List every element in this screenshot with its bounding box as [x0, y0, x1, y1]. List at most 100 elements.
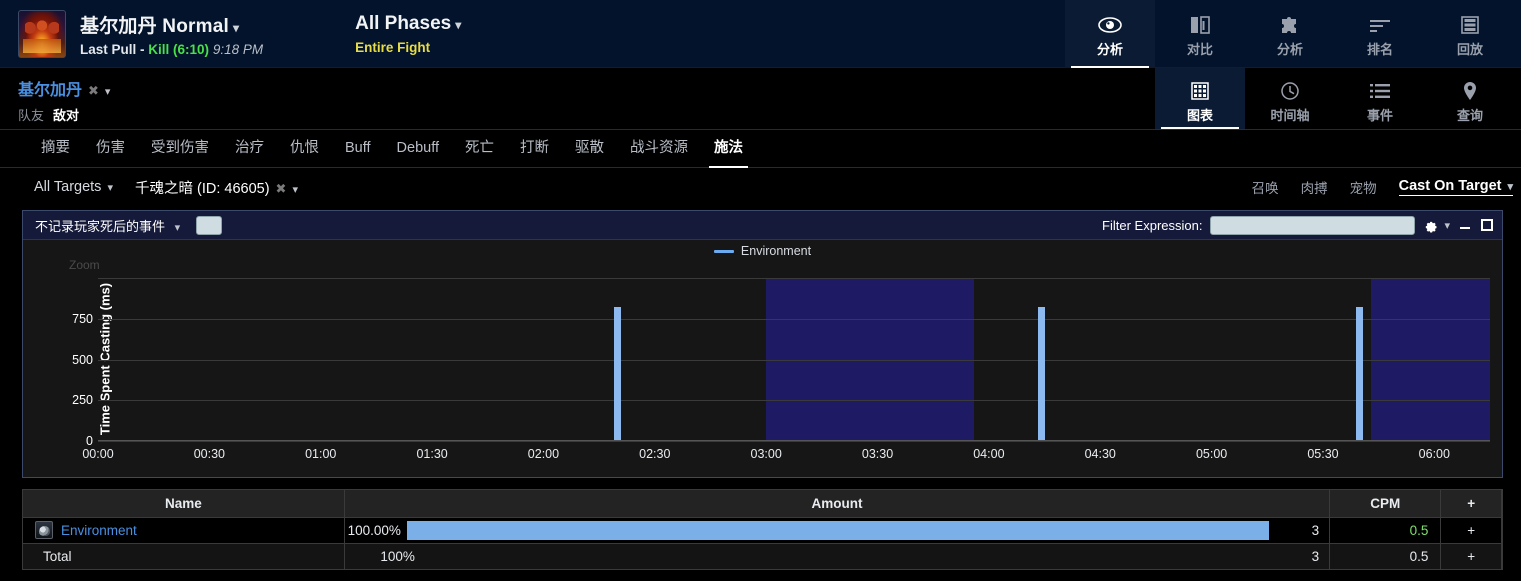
x-axis-tick: 04:00: [973, 447, 1004, 461]
chevron-down-icon[interactable]: ▾: [1444, 219, 1450, 232]
actor-name[interactable]: 基尔加丹: [18, 76, 82, 100]
filter-row-right: 召唤 肉搏 宠物 Cast On Target▾: [1252, 177, 1513, 197]
cell-total-label: Total: [23, 543, 344, 569]
total-label: Total: [29, 549, 72, 564]
view-nav-item-timeline[interactable]: 时间轴: [1245, 68, 1335, 129]
row-name-link[interactable]: Environment: [61, 523, 137, 538]
target-spell-chip[interactable]: 千魂之暗 (ID: 46605)✖▾: [135, 177, 298, 198]
chevron-down-icon[interactable]: ▾: [455, 18, 461, 32]
chart-toolbar-right: Filter Expression: ▾: [1102, 216, 1494, 235]
total-add-button[interactable]: +: [1441, 543, 1502, 569]
chevron-down-icon[interactable]: ▾: [175, 222, 181, 234]
top-nav-item-replay[interactable]: 回放: [1425, 0, 1515, 68]
view-nav-item-query[interactable]: 查询: [1425, 68, 1515, 129]
x-axis-tick: 05:30: [1307, 447, 1338, 461]
chevron-down-icon[interactable]: ▾: [292, 184, 298, 196]
tab-casts[interactable]: 施法: [701, 130, 756, 168]
filter-row: All Targets▾ 千魂之暗 (ID: 46605)✖▾ 召唤 肉搏 宠物…: [0, 168, 1521, 206]
filter-option-pets[interactable]: 宠物: [1350, 177, 1377, 197]
row-add-button[interactable]: +: [1441, 517, 1502, 543]
chevron-down-icon[interactable]: ▾: [107, 182, 113, 194]
tab-buffs[interactable]: Buff: [332, 130, 384, 168]
chart-plot[interactable]: 750 500 250 0: [98, 278, 1490, 441]
fight-title[interactable]: 基尔加丹 Normal▾: [80, 11, 263, 38]
all-targets-dropdown[interactable]: All Targets ▾: [34, 179, 113, 195]
tab-damage-done[interactable]: 伤害: [83, 130, 138, 168]
y-axis-tick: 0: [86, 434, 93, 448]
tab-deaths[interactable]: 死亡: [452, 130, 507, 168]
death-filter-dropdown[interactable]: 不记录玩家死后的事件 ▾: [35, 216, 180, 235]
top-nav-item-compare[interactable]: 对比: [1155, 0, 1245, 68]
tab-interrupts[interactable]: 打断: [507, 130, 562, 168]
tab-debuffs[interactable]: Debuff: [384, 130, 452, 168]
side-option-friendly[interactable]: 队友: [18, 108, 44, 123]
column-header-amount[interactable]: Amount: [344, 490, 1329, 517]
chart-bar[interactable]: [1356, 307, 1363, 441]
all-targets-label: All Targets: [34, 179, 101, 195]
grid-icon: [1190, 80, 1210, 102]
last-pull-label: Last Pull -: [80, 42, 145, 57]
view-nav-label: 查询: [1457, 105, 1483, 124]
close-icon[interactable]: ✖: [276, 181, 287, 196]
column-header-cpm[interactable]: CPM: [1330, 490, 1441, 517]
x-axis-tick: 01:00: [305, 447, 336, 461]
cell-cpm: 0.5: [1330, 517, 1441, 543]
boss-portrait-icon[interactable]: [18, 10, 66, 58]
minimize-icon[interactable]: [1458, 218, 1472, 232]
top-nav-item-statistics[interactable]: 分析: [1245, 0, 1335, 68]
top-nav-item-rankings[interactable]: 排名: [1335, 0, 1425, 68]
fight-subtitle: Last Pull - Kill (6:10) 9:18 PM: [80, 42, 263, 57]
cast-on-target-dropdown[interactable]: Cast On Target▾: [1399, 178, 1513, 196]
tab-resources[interactable]: 战斗资源: [617, 130, 701, 168]
x-axis-tick: 00:30: [194, 447, 225, 461]
x-axis: 00:00 00:30 01:00 01:30 02:00 02:30 03:0…: [98, 441, 1490, 465]
chevron-down-icon[interactable]: ▾: [105, 86, 111, 98]
tab-threat[interactable]: 仇恨: [277, 130, 332, 168]
row-bar-track: [407, 518, 1269, 543]
top-nav-item-analysis[interactable]: 分析: [1065, 0, 1155, 68]
chevron-down-icon[interactable]: ▾: [233, 21, 239, 35]
view-nav-label: 图表: [1187, 105, 1213, 124]
filter-expression-label: Filter Expression:: [1102, 218, 1202, 233]
filter-option-melee[interactable]: 肉搏: [1301, 177, 1328, 197]
chart-bar[interactable]: [614, 307, 621, 441]
kill-status: Kill (6:10): [148, 42, 209, 57]
phase-title-text: All Phases: [355, 13, 451, 34]
film-strip-icon: [1460, 14, 1480, 36]
gridline: [98, 400, 1490, 401]
chart-bar[interactable]: [1038, 307, 1045, 441]
view-nav: 图表 时间轴 事件 查询: [1155, 68, 1515, 129]
tab-damage-taken[interactable]: 受到伤害: [138, 130, 222, 168]
cell-amount: 100.00% 3: [344, 517, 1329, 543]
phase-selector[interactable]: All Phases ▾: [355, 13, 461, 35]
column-header-add[interactable]: +: [1441, 490, 1502, 517]
phase-subtitle: Entire Fight: [355, 40, 461, 55]
death-filter-label: 不记录玩家死后的事件: [35, 219, 165, 234]
column-header-name[interactable]: Name: [23, 490, 344, 517]
chart-area[interactable]: Environment Zoom Time Spent Casting (ms)…: [23, 240, 1502, 477]
chevron-down-icon[interactable]: ▾: [1507, 181, 1513, 193]
tab-summary[interactable]: 摘要: [28, 130, 83, 168]
tab-healing[interactable]: 治疗: [222, 130, 277, 168]
filter-expression-input[interactable]: [1210, 216, 1415, 235]
top-nav-label: 分析: [1097, 39, 1123, 58]
cell-name: Environment: [23, 517, 344, 543]
small-filter-input[interactable]: [196, 216, 222, 235]
phase-block: All Phases ▾ Entire Fight: [355, 13, 461, 55]
filter-option-summons[interactable]: 召唤: [1252, 177, 1279, 197]
row-bar: [407, 521, 1269, 540]
chart-legend: Environment: [23, 244, 1502, 258]
chart-zoom-label[interactable]: Zoom: [69, 258, 100, 272]
view-nav-item-events[interactable]: 事件: [1335, 68, 1425, 129]
gear-icon[interactable]: ▾: [1423, 218, 1450, 233]
eye-icon: [1098, 14, 1122, 36]
x-axis-tick: 03:30: [862, 447, 893, 461]
total-percent: 100%: [345, 549, 421, 564]
x-axis-tick: 05:00: [1196, 447, 1227, 461]
view-nav-item-charts[interactable]: 图表: [1155, 68, 1245, 129]
tab-dispels[interactable]: 驱散: [562, 130, 617, 168]
side-option-enemy[interactable]: 敌对: [53, 108, 79, 123]
maximize-icon[interactable]: [1480, 218, 1494, 232]
table-row[interactable]: Environment 100.00% 3 0.5 +: [23, 517, 1502, 543]
close-icon[interactable]: ✖: [88, 83, 99, 98]
